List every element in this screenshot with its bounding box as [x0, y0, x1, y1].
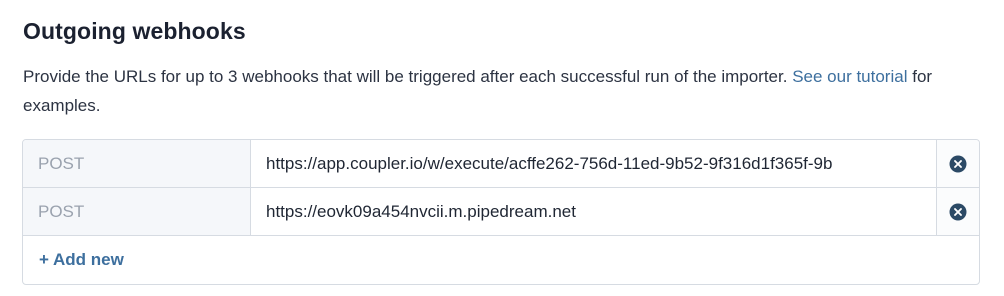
url-input[interactable]: https://app.coupler.io/w/execute/acffe26…	[251, 140, 937, 187]
method-select[interactable]: POST	[23, 140, 251, 187]
close-circle-icon	[949, 155, 967, 172]
webhooks-table: POST https://app.coupler.io/w/execute/ac…	[22, 139, 980, 285]
section-title: Outgoing webhooks	[23, 18, 246, 44]
remove-webhook-button[interactable]	[937, 188, 979, 235]
remove-webhook-button[interactable]	[937, 140, 979, 187]
tutorial-link[interactable]: See our tutorial	[792, 67, 907, 86]
close-circle-icon	[949, 203, 967, 220]
webhook-row: POST https://eovk09a454nvcii.m.pipedream…	[23, 188, 979, 236]
section-description: Provide the URLs for up to 3 webhooks th…	[23, 62, 983, 120]
method-select[interactable]: POST	[23, 188, 251, 235]
add-new-button[interactable]: + Add new	[39, 236, 124, 284]
webhook-row: POST https://app.coupler.io/w/execute/ac…	[23, 140, 979, 188]
webhooks-section: Outgoing webhooks Provide the URLs for u…	[0, 0, 1004, 296]
url-input[interactable]: https://eovk09a454nvcii.m.pipedream.net	[251, 188, 937, 235]
description-text: Provide the URLs for up to 3 webhooks th…	[23, 67, 788, 86]
